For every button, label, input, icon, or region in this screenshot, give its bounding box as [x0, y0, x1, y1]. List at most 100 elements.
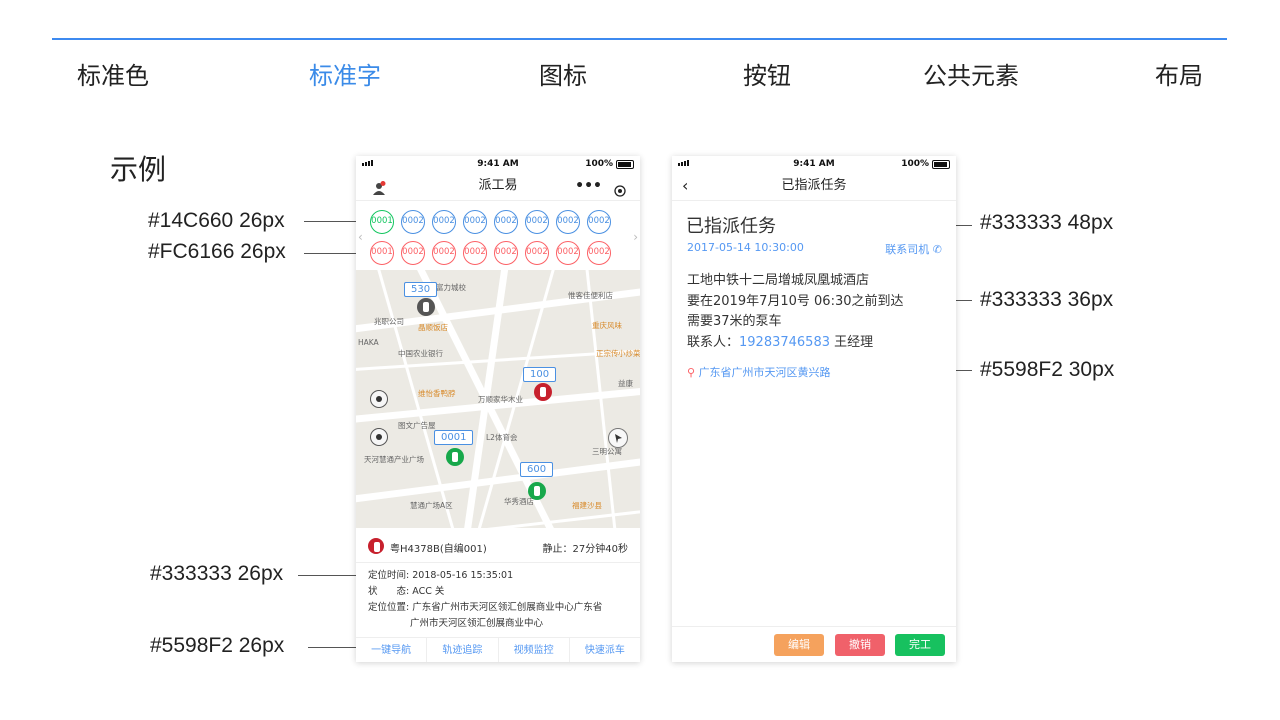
annotation-tab-text: #5598F2 26px	[150, 634, 285, 657]
nav-item-common-elements[interactable]: 公共元素	[923, 56, 1019, 91]
top-nav: 标准色 标准字 图标 按钮 公共元素 布局	[52, 56, 1227, 92]
status-bar: 9:41 AM 100%	[356, 156, 640, 172]
back-icon[interactable]: ‹	[682, 172, 688, 200]
vehicle-circle[interactable]: 0002	[587, 241, 611, 265]
nav-item-layout[interactable]: 布局	[1155, 56, 1203, 91]
info-label: 定位时间:	[368, 570, 410, 581]
map-label: 慧通广场A区	[410, 501, 453, 510]
vehicle-circle[interactable]: 0002	[587, 210, 611, 234]
annotation-task-title: #333333 48px	[980, 211, 1114, 234]
vehicle-circle-row-bottom: 0001 0002 0002 0002 0002 0002 0002 0002	[370, 241, 611, 265]
locate-icon[interactable]	[370, 390, 388, 408]
recenter-icon[interactable]	[370, 428, 388, 446]
phone-dispatch-screen: 9:41 AM 100% 派工易 ••• 0001 0002 0002 0002…	[356, 156, 640, 662]
vehicle-circle[interactable]: 0002	[401, 210, 425, 234]
task-body: 工地中铁十二局增城凤凰城酒店 要在2019年7月10号 06:30之前到达 需要…	[687, 271, 904, 353]
vehicle-circle[interactable]: 0002	[525, 210, 549, 234]
user-icon[interactable]	[372, 178, 386, 195]
chevron-left-icon[interactable]: ‹	[358, 230, 363, 244]
task-line: 工地中铁十二局增城凤凰城酒店	[687, 273, 870, 288]
vehicle-circle[interactable]: 0002	[494, 241, 518, 265]
vehicle-status: 静止：27分钟40秒	[542, 544, 628, 555]
map-label: 益康	[618, 379, 633, 388]
more-icon[interactable]: •••	[575, 172, 602, 200]
vehicle-tag[interactable]: 600	[520, 462, 554, 477]
map-label: 晶顺饭店	[418, 323, 448, 332]
vehicle-tag[interactable]: 0001	[434, 430, 474, 445]
nav-item-standard-color[interactable]: 标准色	[77, 56, 149, 91]
vehicle-circle[interactable]: 0002	[401, 241, 425, 265]
annotation-red: #FC6166 26px	[148, 240, 286, 263]
vehicle-circle[interactable]: 0002	[525, 241, 549, 265]
button-row: 编辑 撤销 完工	[672, 626, 956, 662]
map-label: 惟客佳便利店	[568, 291, 613, 300]
target-icon[interactable]	[614, 180, 626, 197]
vehicle-circle[interactable]: 0002	[463, 241, 487, 265]
nav-item-icons[interactable]: 图标	[539, 56, 587, 91]
vehicle-circle[interactable]: 0002	[556, 241, 580, 265]
contact-driver-link[interactable]: 联系司机 ✆	[885, 241, 942, 257]
task-date: 2017-05-14 10:30:00	[687, 241, 804, 254]
contact-label: 联系人：	[687, 334, 740, 350]
edit-button[interactable]: 编辑	[774, 634, 824, 656]
top-divider	[52, 38, 1227, 40]
battery-percent: 100%	[901, 159, 929, 169]
vehicle-circle[interactable]: 0002	[463, 210, 487, 234]
task-line: 需要37米的泵车	[687, 314, 782, 329]
map-label: L2体育会	[486, 433, 518, 442]
status-bar: 9:41 AM 100%	[672, 156, 956, 172]
title-bar: 派工易 •••	[356, 172, 640, 201]
nav-item-buttons[interactable]: 按钮	[743, 56, 791, 91]
contact-phone-link[interactable]: 19283746583	[739, 335, 830, 350]
map-label: 富力城校	[436, 283, 466, 292]
vehicle-status-icon	[368, 538, 384, 554]
map-label: 图文广告屋	[398, 421, 436, 430]
vehicle-circle[interactable]: 0002	[432, 210, 456, 234]
cancel-button[interactable]: 撤销	[835, 634, 885, 656]
nav-item-standard-font[interactable]: 标准字	[309, 56, 381, 91]
chevron-right-icon[interactable]: ›	[633, 230, 638, 244]
vehicle-circle[interactable]: 0002	[494, 210, 518, 234]
navigation-arrow-icon[interactable]	[608, 428, 628, 448]
vehicle-marker-icon[interactable]	[534, 383, 552, 401]
info-label: 状 态:	[368, 586, 410, 597]
info-value: 广东省广州市天河区领汇创展商业中心广东省	[412, 602, 603, 613]
battery-indicator: 100%	[901, 159, 950, 169]
vehicle-tag[interactable]: 530	[404, 282, 438, 297]
contact-name: 王经理	[834, 334, 874, 350]
location-pin-icon: ⚲	[687, 366, 696, 379]
vehicle-marker-icon[interactable]	[417, 298, 435, 316]
map-view[interactable]: 富力城校 惟客佳便利店 兆职公司 晶顺饭店 重庆风味 中国农业银行 HAKA 正…	[356, 270, 640, 528]
phone-icon: ✆	[932, 243, 942, 256]
vehicle-marker-icon[interactable]	[446, 448, 464, 466]
map-label: 小炒菜	[618, 349, 640, 358]
section-title: 示例	[110, 153, 167, 186]
battery-icon	[616, 159, 634, 169]
tab-video-monitor[interactable]: 视频监控	[499, 638, 570, 662]
page-title: 派工易	[478, 178, 518, 193]
annotation-info-text: #333333 26px	[150, 562, 284, 585]
map-label: 中国农业银行	[398, 349, 443, 358]
vehicle-info-header: 粤H4378B(自编001) 静止：27分钟40秒	[356, 528, 640, 563]
finish-button[interactable]: 完工	[895, 634, 945, 656]
vehicle-circle[interactable]: 0002	[556, 210, 580, 234]
vehicle-circle[interactable]: 0001	[370, 210, 394, 234]
tab-one-click-navigation[interactable]: 一键导航	[356, 638, 428, 662]
contact-driver-label: 联系司机	[885, 243, 930, 256]
annotation-line	[298, 575, 360, 576]
info-value: 广州市天河区领汇创展商业中心	[410, 618, 544, 629]
map-label: 正宗传	[596, 349, 619, 358]
vehicle-circle[interactable]: 0001	[370, 241, 394, 265]
info-value: ACC 关	[412, 586, 445, 597]
battery-indicator: 100%	[585, 159, 634, 169]
vehicle-tag[interactable]: 100	[523, 367, 557, 382]
annotation-green: #14C660 26px	[148, 209, 285, 232]
action-tabs: 一键导航 轨迹追踪 视频监控 快速派车	[356, 637, 640, 662]
map-label: 福建沙县	[572, 501, 602, 510]
vehicle-circle[interactable]: 0002	[432, 241, 456, 265]
task-address[interactable]: ⚲ 广东省广州市天河区黄兴路	[687, 364, 831, 380]
tab-quick-dispatch[interactable]: 快速派车	[570, 638, 640, 662]
vehicle-marker-icon[interactable]	[528, 482, 546, 500]
map-label: 重庆风味	[592, 321, 622, 330]
tab-track-trace[interactable]: 轨迹追踪	[427, 638, 499, 662]
